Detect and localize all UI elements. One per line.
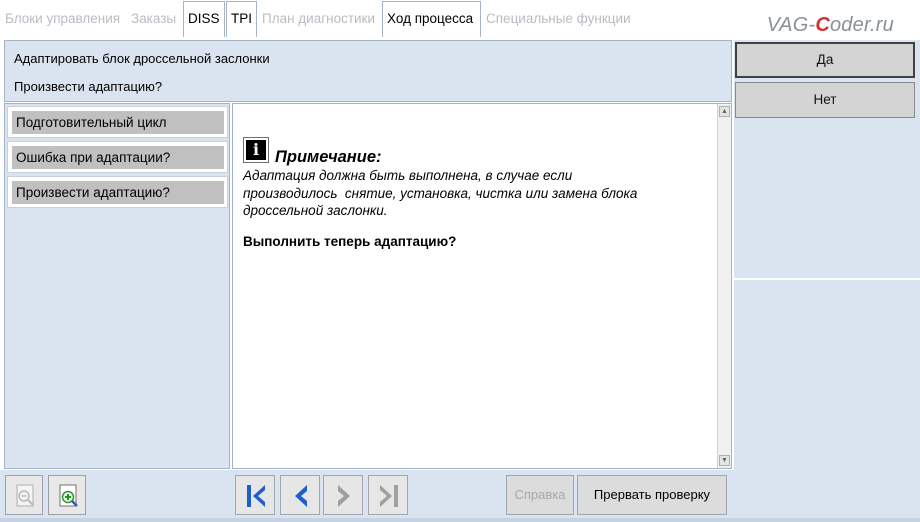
tab-diagnostic-plan[interactable]: План диагностики <box>258 4 379 34</box>
yes-button[interactable]: Да <box>735 42 915 78</box>
watermark: VAG-Coder.ru <box>766 14 894 36</box>
step-label: Подготовительный цикл <box>12 111 224 134</box>
vertical-scrollbar[interactable]: ▲ ▼ <box>717 104 731 468</box>
tab-process-flow[interactable]: Ход процесса <box>382 1 481 37</box>
process-header: Адаптировать блок дроссельной заслонки П… <box>4 40 732 102</box>
last-step-button <box>368 475 408 515</box>
process-question: Произвести адаптацию? <box>14 79 163 94</box>
process-title: Адаптировать блок дроссельной заслонки <box>14 51 270 66</box>
no-button[interactable]: Нет <box>735 82 915 118</box>
bottom-toolbar: Справка Прервать проверку <box>0 470 920 522</box>
tab-orders[interactable]: Заказы <box>127 4 180 34</box>
abort-test-button[interactable]: Прервать проверку <box>577 475 727 515</box>
step-list: Подготовительный цикл Ошибка при адаптац… <box>4 103 230 469</box>
step-item[interactable]: Подготовительный цикл <box>7 106 228 138</box>
scroll-up-icon[interactable]: ▲ <box>719 106 730 117</box>
zoom-out-icon <box>16 484 34 507</box>
tab-special-functions[interactable]: Специальные функции <box>482 4 635 34</box>
info-icon: i <box>243 137 269 163</box>
next-step-icon <box>338 485 350 507</box>
zoom-out-button[interactable] <box>5 475 43 515</box>
step-item[interactable]: Ошибка при адаптации? <box>7 141 228 173</box>
note-text: Адаптация должна быть выполнена, в случа… <box>243 168 638 218</box>
tab-bar: Блоки управления Заказы DISS TPI План ди… <box>0 0 920 38</box>
status-strip <box>0 518 920 522</box>
zoom-in-icon <box>59 484 78 507</box>
step-label: Ошибка при адаптации? <box>12 146 224 169</box>
previous-step-icon <box>295 485 307 507</box>
help-button: Справка <box>506 475 574 515</box>
first-step-icon <box>247 485 265 507</box>
answer-panel: Да Нет <box>734 40 920 518</box>
panel-divider <box>734 278 920 280</box>
instruction-pane: i Примечание: Адаптация должна быть выпо… <box>232 103 732 469</box>
confirm-question: Выполнить теперь адаптацию? <box>243 234 457 249</box>
previous-step-button[interactable] <box>280 475 320 515</box>
next-step-button <box>323 475 363 515</box>
first-step-button[interactable] <box>235 475 275 515</box>
note-title: Примечание: <box>275 148 382 166</box>
step-label: Произвести адаптацию? <box>12 181 224 204</box>
tab-tpi[interactable]: TPI <box>226 1 257 37</box>
tab-diss[interactable]: DISS <box>183 1 225 37</box>
step-item-current[interactable]: Произвести адаптацию? <box>7 176 228 208</box>
scroll-down-icon[interactable]: ▼ <box>719 455 730 466</box>
tab-control-units[interactable]: Блоки управления <box>1 4 124 34</box>
last-step-icon <box>380 485 398 507</box>
zoom-in-button[interactable] <box>48 475 86 515</box>
